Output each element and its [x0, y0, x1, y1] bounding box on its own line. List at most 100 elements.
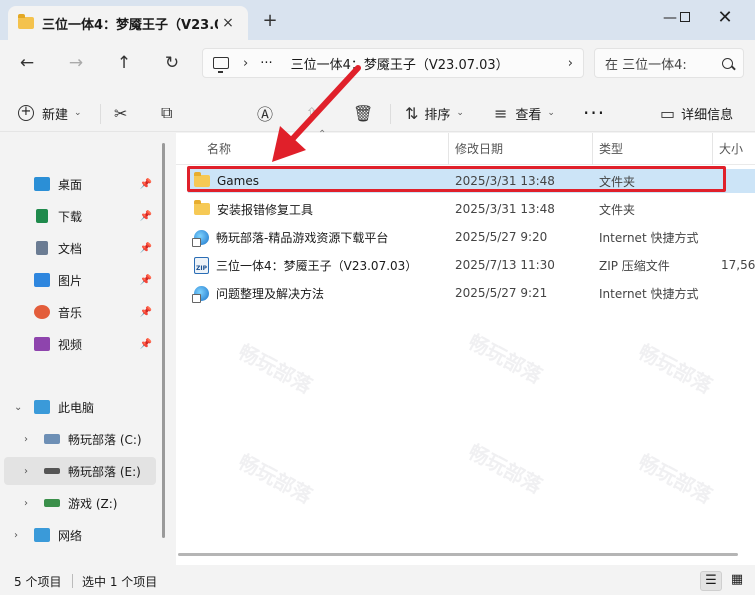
sidebar-item-label: 文档: [58, 241, 83, 256]
chevron-right-icon[interactable]: ›: [24, 434, 28, 445]
table-row[interactable]: 安装报错修复工具 2025/3/31 13:48 文件夹: [188, 197, 755, 221]
toolbar-divider: [100, 104, 101, 124]
sidebar-item-drive-z[interactable]: › 游戏 (Z:): [0, 489, 156, 517]
address-bar[interactable]: › ··· 三位一体4：梦魇王子（V23.07.03） ›: [202, 48, 584, 78]
watermark: 畅玩部落: [234, 339, 317, 399]
chevron-down-icon: ⌄: [74, 108, 82, 118]
drive-icon: [44, 499, 60, 507]
sidebar-item-pictures[interactable]: 图片 📌: [34, 266, 156, 294]
pin-icon: 📌: [139, 178, 152, 190]
tab-current[interactable]: 三位一体4：梦魇王子（V23.07 ×: [8, 6, 248, 40]
selection-count: 选中 1 个项目: [82, 575, 158, 589]
desktop-icon: [34, 177, 50, 191]
sidebar-item-downloads[interactable]: 下载 📌: [34, 202, 156, 230]
chevron-down-icon[interactable]: ⌄: [14, 402, 22, 413]
folder-icon: [194, 200, 210, 215]
arrow-annotation: [272, 65, 361, 162]
folder-icon: [18, 14, 34, 29]
details-pane-button[interactable]: ▭ 详细信息: [660, 100, 733, 126]
file-name: 畅玩部落-精品游戏资源下载平台: [216, 230, 389, 245]
pin-icon: 📌: [139, 306, 152, 318]
file-name: 安装报错修复工具: [217, 202, 314, 217]
cut-button[interactable]: ✂: [114, 100, 127, 126]
details-view-button[interactable]: ☰: [700, 571, 722, 591]
maximize-icon: [680, 12, 690, 22]
toolbar-divider: [390, 104, 391, 124]
sidebar-item-this-pc[interactable]: ⌄ 此电脑: [0, 393, 156, 421]
horizontal-scrollbar[interactable]: [178, 553, 738, 556]
sidebar-item-label: 音乐: [58, 305, 83, 320]
drive-icon: [44, 468, 60, 474]
watermark: 畅玩部落: [464, 329, 547, 389]
tiles-view-button[interactable]: ▦: [726, 571, 748, 591]
watermark: 畅玩部落: [464, 439, 547, 499]
table-row[interactable]: 畅玩部落-精品游戏资源下载平台 2025/5/27 9:20 Internet …: [188, 225, 755, 249]
up-button[interactable]: ↑: [111, 50, 137, 76]
column-header-size[interactable]: 大小: [712, 133, 755, 165]
column-header-date[interactable]: 修改日期: [448, 133, 592, 165]
chevron-right-icon[interactable]: ›: [14, 530, 18, 541]
copy-icon: ⧉: [161, 103, 173, 122]
file-name: 问题整理及解决方法: [216, 286, 325, 301]
back-button[interactable]: ←: [14, 50, 40, 76]
close-button[interactable]: ✕: [705, 4, 745, 32]
sidebar-item-videos[interactable]: 视频 📌: [34, 330, 156, 358]
sidebar-item-label: 下载: [58, 209, 83, 224]
sort-button[interactable]: ⇅ 排序 ⌄: [405, 100, 464, 126]
sidebar-scrollbar[interactable]: [162, 143, 165, 538]
sidebar-item-drive-e[interactable]: › 畅玩部落 (E:): [4, 457, 156, 485]
file-date: 2025/7/13 11:30: [455, 258, 555, 272]
maximize-button[interactable]: [665, 4, 705, 32]
sidebar-item-label: 畅玩部落 (E:): [68, 464, 141, 479]
watermark: 畅玩部落: [634, 339, 717, 399]
search-icon: [722, 57, 733, 69]
file-list: ⌃ 名称 修改日期 类型 大小 Games 2025/3/31 13:48 文件…: [176, 129, 755, 565]
sort-label: 排序: [424, 107, 451, 123]
chevron-down-icon: ⌄: [547, 108, 555, 118]
chevron-down-icon: ⌄: [456, 108, 464, 118]
pin-icon: 📌: [139, 242, 152, 254]
new-label: 新建: [42, 107, 69, 123]
column-header-type[interactable]: 类型: [592, 133, 712, 165]
computer-icon: [213, 57, 229, 73]
internet-shortcut-icon: [192, 229, 209, 247]
sidebar-item-drive-c[interactable]: › 畅玩部落 (C:): [0, 425, 156, 453]
status-bar: 5 个项目 选中 1 个项目 ☰ ▦: [0, 565, 755, 595]
file-type: ZIP 压缩文件: [599, 258, 670, 273]
picture-icon: [34, 273, 50, 287]
video-icon: [34, 337, 50, 351]
copy-button[interactable]: ⧉: [161, 100, 172, 126]
new-tab-button[interactable]: +: [258, 10, 282, 34]
sidebar-item-music[interactable]: 音乐 📌: [34, 298, 156, 326]
file-date: 2025/5/27 9:20: [455, 230, 548, 244]
tab-title: 三位一体4：梦魇王子（V23.07: [42, 17, 218, 33]
file-date: 2025/5/27 9:21: [455, 286, 548, 300]
chevron-right-icon[interactable]: ›: [24, 466, 28, 477]
file-date: 2025/3/31 13:48: [455, 202, 555, 216]
sidebar-item-desktop[interactable]: 桌面 📌: [34, 170, 156, 198]
sidebar-item-documents[interactable]: 文档 📌: [34, 234, 156, 262]
address-separator[interactable]: ›: [243, 56, 248, 71]
address-chevron[interactable]: ›: [568, 56, 573, 71]
title-bar: 三位一体4：梦魇王子（V23.07 × + — ✕: [0, 0, 755, 40]
plus-icon: +: [18, 105, 34, 121]
table-row[interactable]: 问题整理及解决方法 2025/5/27 9:21 Internet 快捷方式: [188, 281, 755, 305]
forward-button[interactable]: →: [63, 50, 89, 76]
more-options-button[interactable]: ···: [583, 100, 605, 126]
refresh-button[interactable]: ↻: [159, 50, 185, 76]
chevron-right-icon[interactable]: ›: [24, 498, 28, 509]
pin-icon: 📌: [139, 210, 152, 222]
scissors-icon: ✂: [114, 103, 128, 123]
sidebar-item-label: 游戏 (Z:): [68, 496, 118, 511]
tab-close-button[interactable]: ×: [218, 15, 238, 31]
download-icon: [36, 209, 48, 223]
new-button[interactable]: + 新建 ⌄: [18, 100, 82, 126]
file-name: 三位一体4：梦魇王子（V23.07.03）: [216, 258, 418, 273]
sidebar-item-label: 图片: [58, 273, 83, 288]
search-input[interactable]: 在 三位一体4:: [594, 48, 744, 78]
table-row[interactable]: ZIP 三位一体4：梦魇王子（V23.07.03） 2025/7/13 11:30…: [188, 253, 755, 277]
file-size: 17,56: [721, 258, 755, 272]
sidebar-item-network[interactable]: › 网络: [0, 521, 156, 549]
view-label: 查看: [515, 107, 542, 123]
view-button[interactable]: ≡ 查看 ⌄: [494, 100, 555, 126]
